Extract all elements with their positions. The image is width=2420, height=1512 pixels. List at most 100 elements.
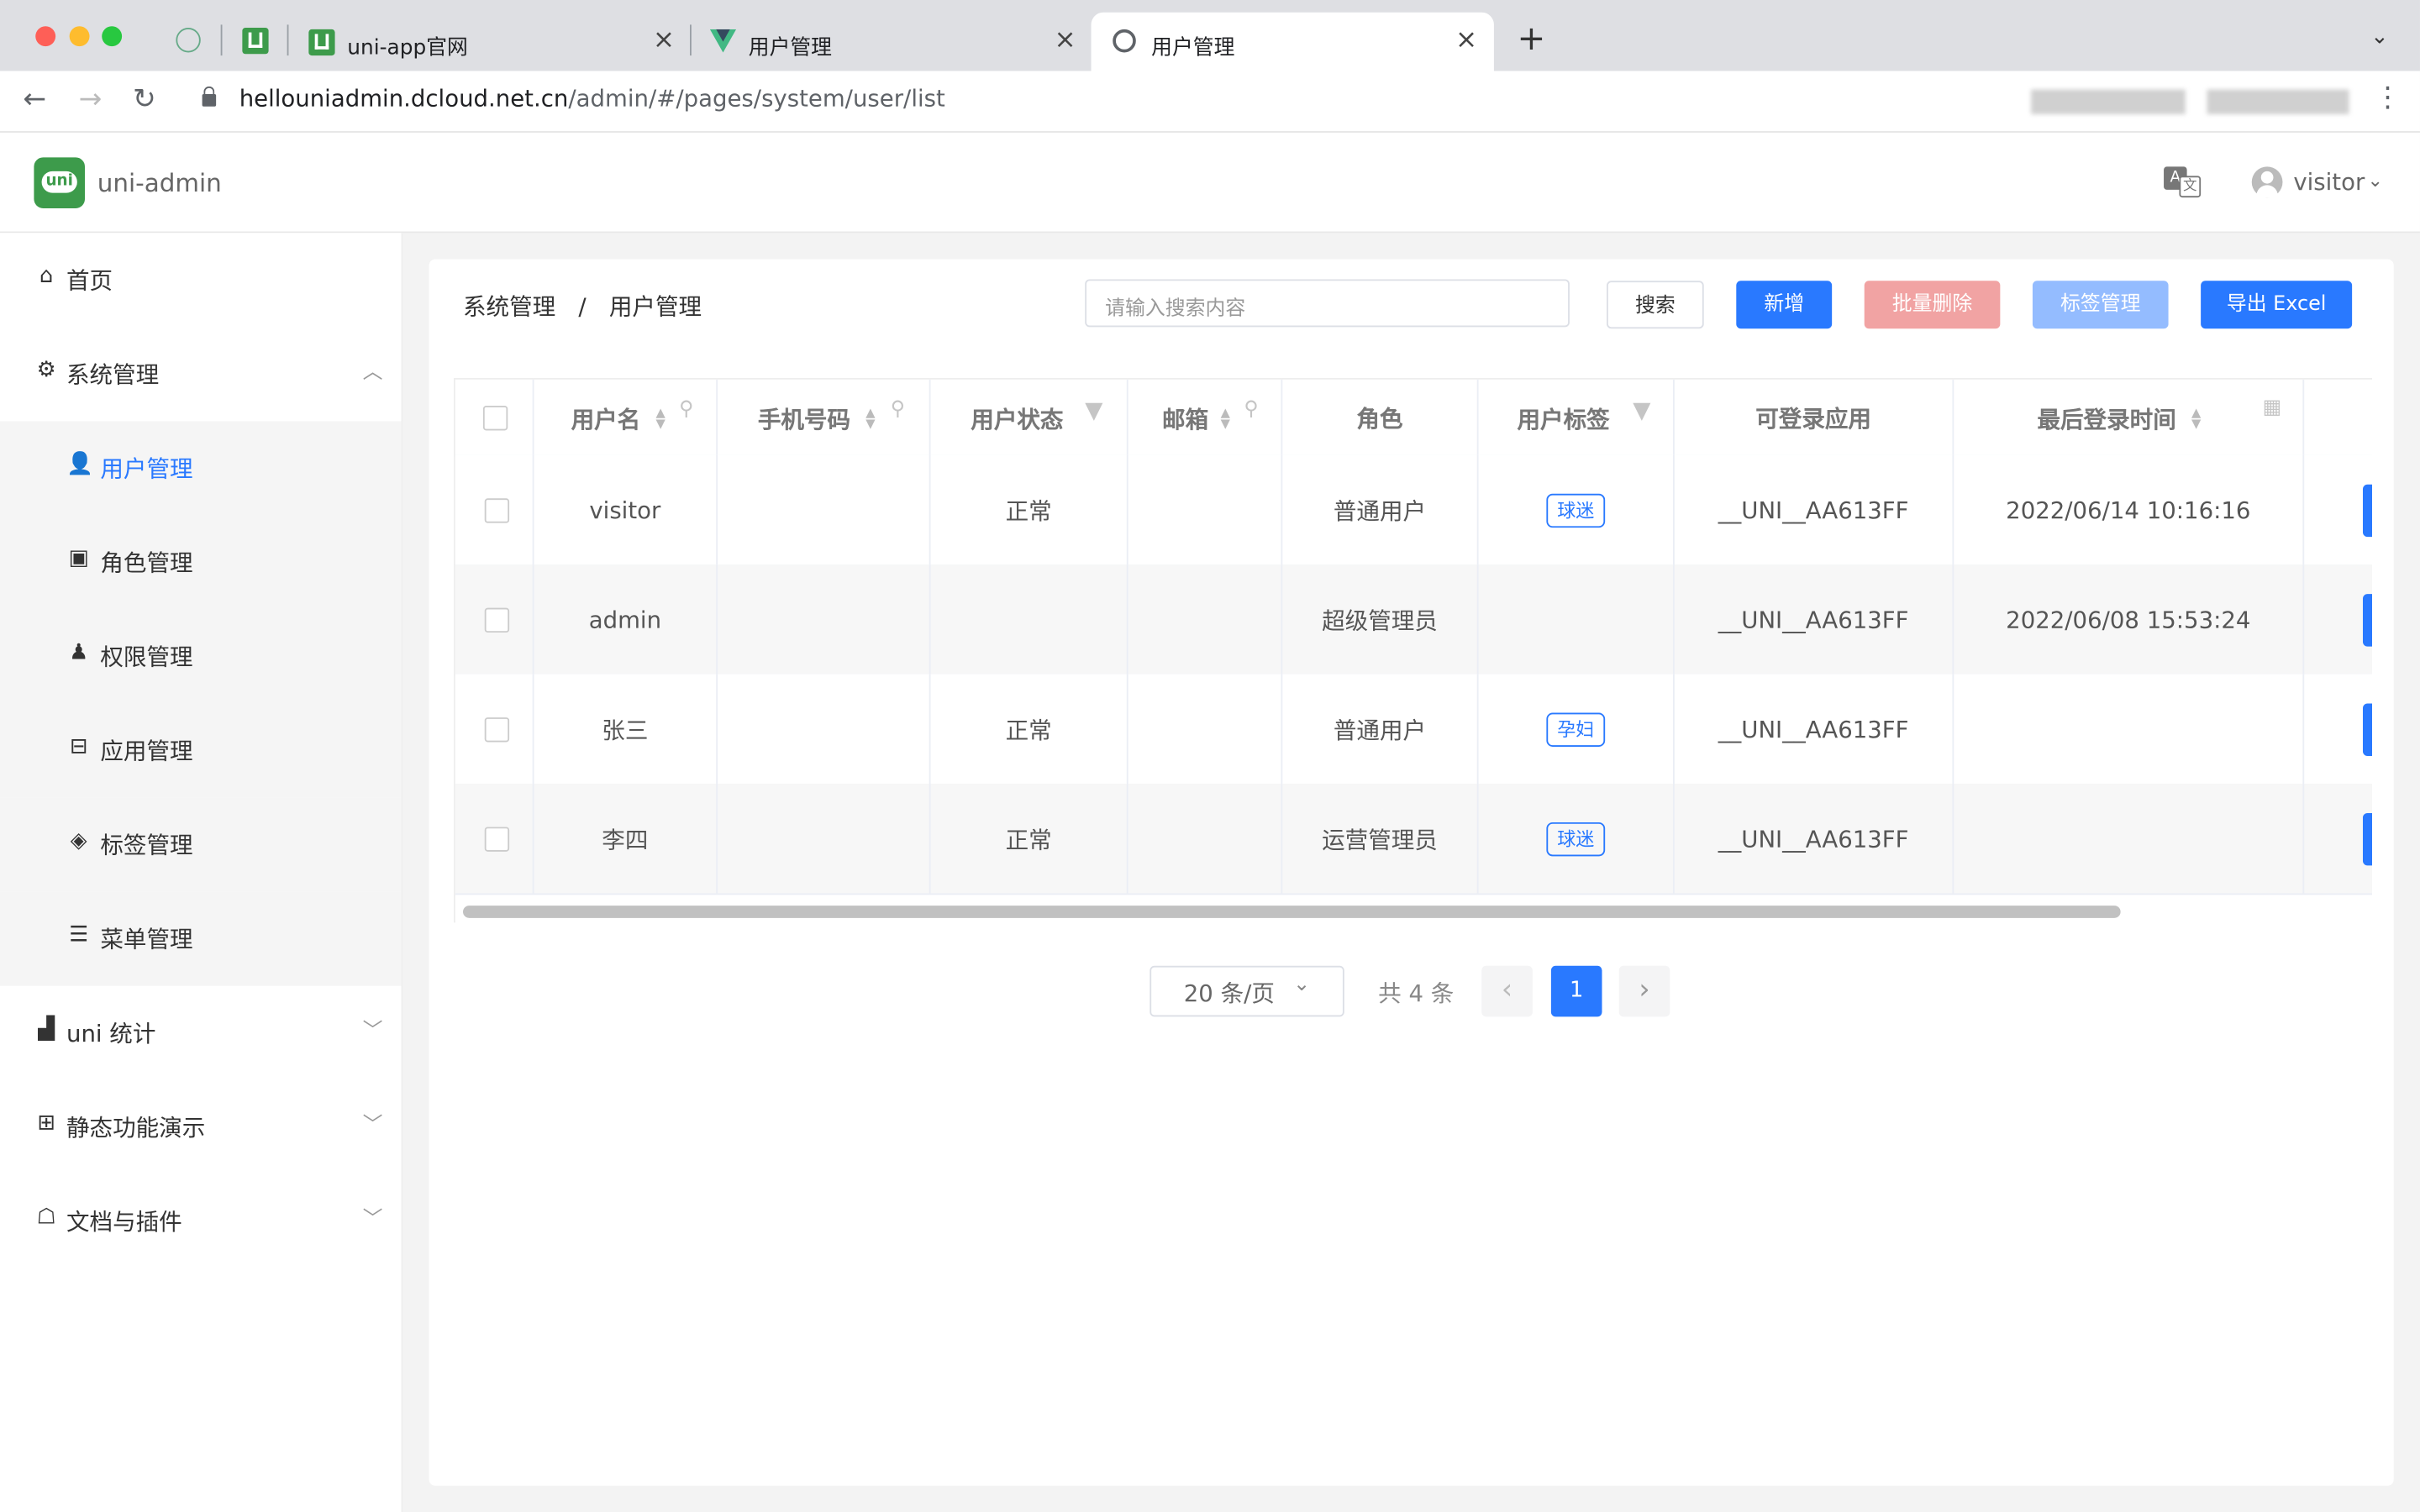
language-translate-icon[interactable]: A 文 bbox=[2164, 166, 2202, 198]
sidebar-item-label: 应用管理 bbox=[100, 737, 193, 766]
header-select-cell bbox=[455, 379, 534, 455]
row-action-button[interactable] bbox=[2362, 812, 2373, 866]
filter-icon[interactable]: ▼ bbox=[1633, 396, 1650, 424]
plugin-icon: ☖ bbox=[36, 1205, 56, 1230]
cell-role: 普通用户 bbox=[1333, 716, 1427, 744]
tab-close-icon[interactable]: × bbox=[653, 24, 675, 55]
column-label: 用户名 bbox=[571, 406, 641, 434]
sidebar-item-app-manage[interactable]: ⊟ 应用管理 bbox=[0, 703, 402, 798]
page-size-select[interactable]: 20 条/页 ⌄ bbox=[1150, 965, 1344, 1017]
horizontal-scrollbar[interactable] bbox=[463, 906, 2121, 918]
sort-icon[interactable]: ▲ ▼ bbox=[865, 407, 877, 430]
row-checkbox[interactable] bbox=[484, 826, 510, 851]
prev-page-icon[interactable]: ‹ bbox=[1481, 965, 1533, 1017]
close-window-button[interactable] bbox=[35, 26, 56, 47]
row-action-button[interactable] bbox=[2362, 703, 2373, 756]
tab-title: 用户管理 bbox=[748, 35, 832, 60]
select-all-checkbox[interactable] bbox=[482, 405, 508, 430]
reload-icon[interactable]: ↻ bbox=[133, 83, 156, 116]
next-page-icon[interactable]: › bbox=[1618, 965, 1670, 1017]
tag-badge: 孕妇 bbox=[1546, 711, 1606, 747]
search-icon[interactable]: ⚲ bbox=[1244, 398, 1259, 422]
tab-user-manage-active[interactable]: 用户管理 × bbox=[1091, 12, 1494, 71]
column-label: 用户状态 bbox=[971, 406, 1064, 434]
pinned-uni-tab-icon[interactable] bbox=[242, 28, 269, 55]
minimize-window-button[interactable] bbox=[69, 26, 90, 47]
sidebar-item-docs-plugins[interactable]: ☖ 文档与插件 ﹀ bbox=[0, 1174, 402, 1268]
batch-delete-button[interactable]: 批量删除 bbox=[1864, 281, 2001, 329]
back-icon[interactable]: ← bbox=[24, 83, 47, 116]
new-tab-icon[interactable]: + bbox=[1517, 20, 1545, 59]
user-icon: 👤 bbox=[66, 452, 94, 477]
cell-app: __UNI__AA613FF bbox=[1718, 824, 1909, 853]
cell-app: __UNI__AA613FF bbox=[1718, 605, 1909, 633]
tab-uniapp[interactable]: uni-app官网 × bbox=[297, 13, 682, 71]
extension-icons-blurred[interactable] bbox=[2207, 89, 2349, 114]
page-size-value: 20 条/页 bbox=[1183, 979, 1275, 1008]
search-button[interactable]: 搜索 bbox=[1607, 281, 1704, 329]
sidebar-item-tag-manage[interactable]: ◈ 标签管理 bbox=[0, 797, 402, 892]
tab-list-chevron-icon[interactable]: ⌄ bbox=[2370, 24, 2389, 49]
tag-manage-button[interactable]: 标签管理 bbox=[2032, 281, 2169, 329]
header-username: 用户名 ▲ ▼ ⚲ bbox=[534, 379, 718, 455]
calendar-icon[interactable]: ▦ bbox=[2263, 396, 2282, 420]
cell-status: 正常 bbox=[1005, 825, 1052, 853]
cell-username: admin bbox=[588, 605, 662, 633]
tab-title: 用户管理 bbox=[1151, 35, 1235, 60]
sidebar-item-static-demo[interactable]: ⊞ 静态功能演示 ﹀ bbox=[0, 1080, 402, 1174]
chevron-down-icon: ﹀ bbox=[362, 1208, 383, 1231]
total-count: 共 4 条 bbox=[1378, 979, 1455, 1008]
browser-menu-icon[interactable]: ⋮ bbox=[2374, 81, 2402, 114]
tab-user-manage-vue[interactable]: 用户管理 × bbox=[697, 13, 1083, 71]
sidebar-item-label: 首页 bbox=[66, 266, 113, 295]
sidebar-item-system[interactable]: ⚙ 系统管理 ︿ bbox=[0, 327, 402, 421]
sidebar-item-label: 文档与插件 bbox=[66, 1208, 182, 1236]
sort-icon[interactable]: ▲ ▼ bbox=[2190, 407, 2202, 430]
sort-icon[interactable]: ▲ ▼ bbox=[1219, 407, 1232, 430]
url-field[interactable]: hellouniadmin.dcloud.net.cn/admin/#/page… bbox=[239, 85, 945, 113]
uni-favicon-icon bbox=[308, 29, 335, 56]
sort-icon[interactable]: ▲ ▼ bbox=[655, 407, 667, 430]
url-host: hellouniadmin.dcloud.net.cn bbox=[239, 85, 569, 113]
sidebar-item-uni-stat[interactable]: ▟ uni 统计 ﹀ bbox=[0, 986, 402, 1080]
header-status: 用户状态 ▼ bbox=[931, 379, 1128, 455]
permission-icon: ♟ bbox=[69, 640, 89, 665]
user-avatar[interactable] bbox=[2251, 166, 2283, 198]
app-brand: uni-admin bbox=[97, 168, 222, 198]
export-excel-button[interactable]: 导出 Excel bbox=[2201, 281, 2353, 329]
tab-close-icon[interactable]: × bbox=[1455, 24, 1477, 55]
forward-icon[interactable]: → bbox=[79, 83, 103, 116]
maximize-window-button[interactable] bbox=[102, 26, 123, 47]
header-mobile: 手机号码 ▲ ▼ ⚲ bbox=[718, 379, 931, 455]
row-checkbox[interactable] bbox=[484, 497, 510, 522]
row-checkbox[interactable] bbox=[484, 717, 510, 742]
pinned-tab-icon[interactable] bbox=[176, 28, 201, 53]
filter-icon[interactable]: ▼ bbox=[1085, 396, 1102, 424]
tab-close-icon[interactable]: × bbox=[1054, 24, 1076, 55]
row-action-button[interactable] bbox=[2362, 594, 2373, 647]
table-header-row: 用户名 ▲ ▼ ⚲ 手机号码 ▲ ▼ ⚲ 用户状态 ▼ 邮箱 ▲ ▼ ⚲ 角色 … bbox=[455, 379, 2373, 457]
search-icon[interactable]: ⚲ bbox=[679, 398, 694, 422]
chevron-down-icon[interactable]: ⌄ bbox=[2367, 170, 2382, 192]
search-input[interactable]: 请输入搜索内容 bbox=[1085, 279, 1570, 328]
search-icon[interactable]: ⚲ bbox=[891, 398, 906, 422]
user-name[interactable]: visitor bbox=[2293, 168, 2365, 196]
add-button[interactable]: 新增 bbox=[1736, 281, 1833, 329]
sidebar-item-role-manage[interactable]: ▣ 角色管理 bbox=[0, 515, 402, 610]
tab-title: uni-app官网 bbox=[347, 35, 468, 60]
cell-username: 张三 bbox=[602, 716, 649, 744]
breadcrumb-parent[interactable]: 系统管理 bbox=[463, 293, 555, 321]
sidebar-item-label: 静态功能演示 bbox=[66, 1114, 206, 1142]
extension-icons-blurred[interactable] bbox=[2031, 89, 2186, 114]
sidebar-item-permission-manage[interactable]: ♟ 权限管理 bbox=[0, 609, 402, 704]
row-action-button[interactable] bbox=[2362, 484, 2373, 538]
page-number-button[interactable]: 1 bbox=[1550, 965, 1602, 1017]
cell-last-login: 2022/06/08 15:53:24 bbox=[2006, 605, 2251, 633]
sidebar-item-menu-manage[interactable]: ☰ 菜单管理 bbox=[0, 891, 402, 986]
row-checkbox[interactable] bbox=[484, 606, 510, 633]
sidebar-item-label: 权限管理 bbox=[100, 643, 193, 671]
sidebar-item-user-manage[interactable]: 👤 用户管理 bbox=[0, 421, 402, 516]
gear-icon: ⚙ bbox=[36, 358, 56, 383]
sidebar-item-home[interactable]: ⌂ 首页 bbox=[0, 233, 402, 327]
uni-logo-icon[interactable]: uni bbox=[34, 157, 86, 208]
